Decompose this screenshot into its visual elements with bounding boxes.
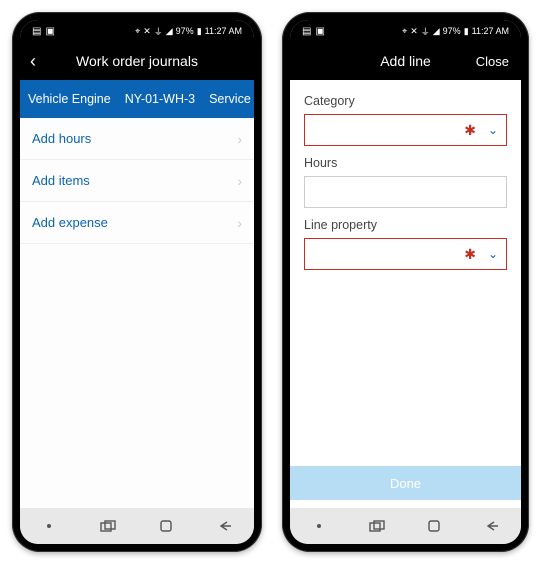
app-title-bar: ‹ Work order journals (20, 42, 254, 80)
screen-right: ▤ ▣ ⌖ ✕ ⏚ ◢ 97% ▮ 11:27 AM Add line Clos… (290, 20, 521, 544)
battery-text: 97% (443, 26, 461, 36)
work-order-subheader: Vehicle Engine NY-01-WH-3 Service (20, 80, 254, 118)
nav-home-button[interactable] (419, 516, 449, 536)
mute-icon: ✕ (410, 26, 418, 37)
page-title: Add line (380, 53, 431, 69)
wifi-icon: ⏚ (421, 25, 430, 38)
status-right: ⌖ ✕ ⏚ ◢ 97% ▮ 11:27 AM (402, 25, 509, 38)
battery-icon: ▮ (197, 26, 202, 37)
list-item-label: Add hours (32, 131, 91, 146)
battery-text: 97% (176, 26, 194, 36)
chevron-right-icon: › (237, 215, 242, 231)
status-left: ▤ ▣ (302, 26, 325, 37)
chevron-down-icon: ⌄ (488, 247, 498, 261)
list-item-label: Add items (32, 173, 90, 188)
category-field[interactable]: ✱ ⌄ (304, 114, 507, 146)
bluetooth-icon: ⌖ (402, 26, 407, 37)
clock-text: 11:27 AM (472, 26, 509, 36)
line-property-field[interactable]: ✱ ⌄ (304, 238, 507, 270)
android-nav-bar (20, 508, 254, 544)
app-title-bar: Add line Close (290, 42, 521, 80)
status-left: ▤ ▣ (32, 26, 55, 37)
page-title: Work order journals (76, 53, 198, 69)
hours-label: Hours (304, 156, 507, 170)
list-item-add-expense[interactable]: Add expense › (20, 202, 254, 244)
status-bar: ▤ ▣ ⌖ ✕ ⏚ ◢ 97% ▮ 11:27 AM (20, 20, 254, 42)
nav-recent-button[interactable] (362, 516, 392, 536)
list-item-label: Add expense (32, 215, 108, 230)
nav-recent-button[interactable] (93, 516, 123, 536)
list-item-add-items[interactable]: Add items › (20, 160, 254, 202)
device-right: ▤ ▣ ⌖ ✕ ⏚ ◢ 97% ▮ 11:27 AM Add line Clos… (282, 12, 529, 552)
subheader-asset: Vehicle Engine (28, 92, 111, 106)
subheader-id: NY-01-WH-3 (125, 92, 195, 106)
signal-icon: ◢ (433, 26, 440, 37)
back-icon[interactable]: ‹ (30, 52, 36, 70)
status-right: ⌖ ✕ ⏚ ◢ 97% ▮ 11:27 AM (135, 25, 242, 38)
battery-icon: ▮ (464, 26, 469, 37)
close-button[interactable]: Close (476, 54, 509, 69)
add-line-form: Category ✱ ⌄ Hours Line property ✱ ⌄ Don… (290, 80, 521, 508)
chevron-down-icon: ⌄ (488, 123, 498, 137)
mute-icon: ✕ (143, 26, 151, 37)
bluetooth-icon: ⌖ (135, 26, 140, 37)
nav-bixby-button[interactable] (34, 516, 64, 536)
clock-text: 11:27 AM (205, 26, 242, 36)
done-label: Done (390, 476, 421, 491)
screen-left: ▤ ▣ ⌖ ✕ ⏚ ◢ 97% ▮ 11:27 AM ‹ Work order … (20, 20, 254, 544)
wifi-icon: ⏚ (154, 25, 163, 38)
done-button[interactable]: Done (290, 466, 521, 500)
required-icon: ✱ (464, 122, 476, 139)
list-item-add-hours[interactable]: Add hours › (20, 118, 254, 160)
journal-list: Add hours › Add items › Add expense › (20, 118, 254, 508)
nav-home-button[interactable] (151, 516, 181, 536)
nav-back-button[interactable] (477, 516, 507, 536)
image-icon: ▤ (302, 26, 311, 37)
status-bar: ▤ ▣ ⌖ ✕ ⏚ ◢ 97% ▮ 11:27 AM (290, 20, 521, 42)
device-left: ▤ ▣ ⌖ ✕ ⏚ ◢ 97% ▮ 11:27 AM ‹ Work order … (12, 12, 262, 552)
notification-icon: ▣ (315, 26, 324, 37)
signal-icon: ◢ (166, 26, 173, 37)
category-label: Category (304, 94, 507, 108)
nav-back-button[interactable] (210, 516, 240, 536)
subheader-type: Service (209, 92, 251, 106)
line-property-label: Line property (304, 218, 507, 232)
notification-icon: ▣ (45, 26, 54, 37)
image-icon: ▤ (32, 26, 41, 37)
android-nav-bar (290, 508, 521, 544)
hours-field[interactable] (304, 176, 507, 208)
chevron-right-icon: › (237, 131, 242, 147)
required-icon: ✱ (464, 246, 476, 263)
nav-bixby-button[interactable] (304, 516, 334, 536)
chevron-right-icon: › (237, 173, 242, 189)
